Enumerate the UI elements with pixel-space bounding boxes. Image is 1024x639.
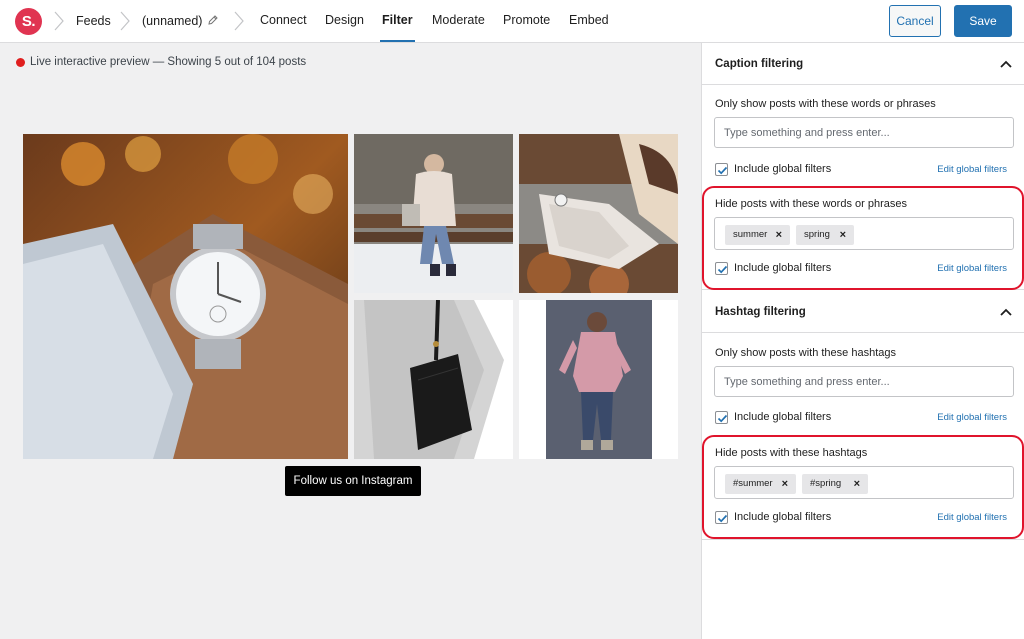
cancel-button[interactable]: Cancel [889, 5, 941, 37]
feed-post-sweater[interactable] [519, 134, 678, 293]
hashtag-filtering-header[interactable]: Hashtag filtering [702, 291, 1024, 333]
feed-post-watch[interactable] [23, 134, 348, 459]
input-placeholder: Type something and press enter... [724, 127, 890, 139]
feed-post-bench[interactable] [354, 134, 513, 293]
follow-instagram-button[interactable]: Follow us on Instagram [285, 466, 421, 496]
feed-post-pink-top[interactable] [519, 300, 678, 459]
hashtag-show-global-label: Include global filters [734, 411, 832, 423]
live-indicator-dot [16, 58, 25, 67]
chevron-up-icon[interactable] [999, 57, 1013, 71]
app-logo[interactable]: S. [15, 8, 42, 35]
caption-show-label: Only show posts with these words or phra… [715, 98, 936, 110]
caption-show-global-label: Include global filters [734, 163, 832, 175]
section-title: Caption filtering [715, 58, 804, 70]
filter-sidebar: Caption filtering Only show posts with t… [701, 43, 1024, 639]
chevron-right-icon [53, 11, 65, 31]
highlight-caption-hide [702, 186, 1024, 290]
top-bar: S. Feeds (unnamed) Connect Design Filter… [0, 0, 1024, 43]
hashtag-show-edit-global-link[interactable]: Edit global filters [937, 412, 1007, 423]
caption-show-input[interactable]: Type something and press enter... [714, 117, 1014, 148]
tab-embed[interactable]: Embed [567, 0, 611, 42]
tab-moderate[interactable]: Moderate [430, 0, 487, 42]
section-divider [702, 539, 1024, 540]
tab-design[interactable]: Design [323, 0, 366, 42]
caption-show-edit-global-link[interactable]: Edit global filters [937, 164, 1007, 175]
chevron-right-icon [233, 11, 245, 31]
save-button[interactable]: Save [954, 5, 1012, 37]
input-placeholder: Type something and press enter... [724, 376, 890, 388]
hashtag-show-label: Only show posts with these hashtags [715, 347, 896, 359]
preview-status-text: Live interactive preview — Showing 5 out… [30, 56, 307, 68]
hashtag-show-global-checkbox[interactable] [715, 411, 728, 424]
feed-post-bag[interactable] [354, 300, 513, 459]
section-title: Hashtag filtering [715, 306, 806, 318]
caption-show-global-checkbox[interactable] [715, 163, 728, 176]
chevron-right-icon [119, 11, 131, 31]
highlight-hashtag-hide [702, 435, 1024, 539]
breadcrumb-feeds[interactable]: Feeds [76, 14, 111, 28]
hashtag-show-input[interactable]: Type something and press enter... [714, 366, 1014, 397]
tab-connect[interactable]: Connect [258, 0, 309, 42]
pencil-icon[interactable] [207, 14, 219, 26]
tab-filter[interactable]: Filter [380, 0, 415, 42]
tab-promote[interactable]: Promote [501, 0, 552, 42]
chevron-up-icon[interactable] [999, 305, 1013, 319]
caption-filtering-header[interactable]: Caption filtering [702, 43, 1024, 85]
breadcrumb-feed-name[interactable]: (unnamed) [142, 14, 202, 28]
